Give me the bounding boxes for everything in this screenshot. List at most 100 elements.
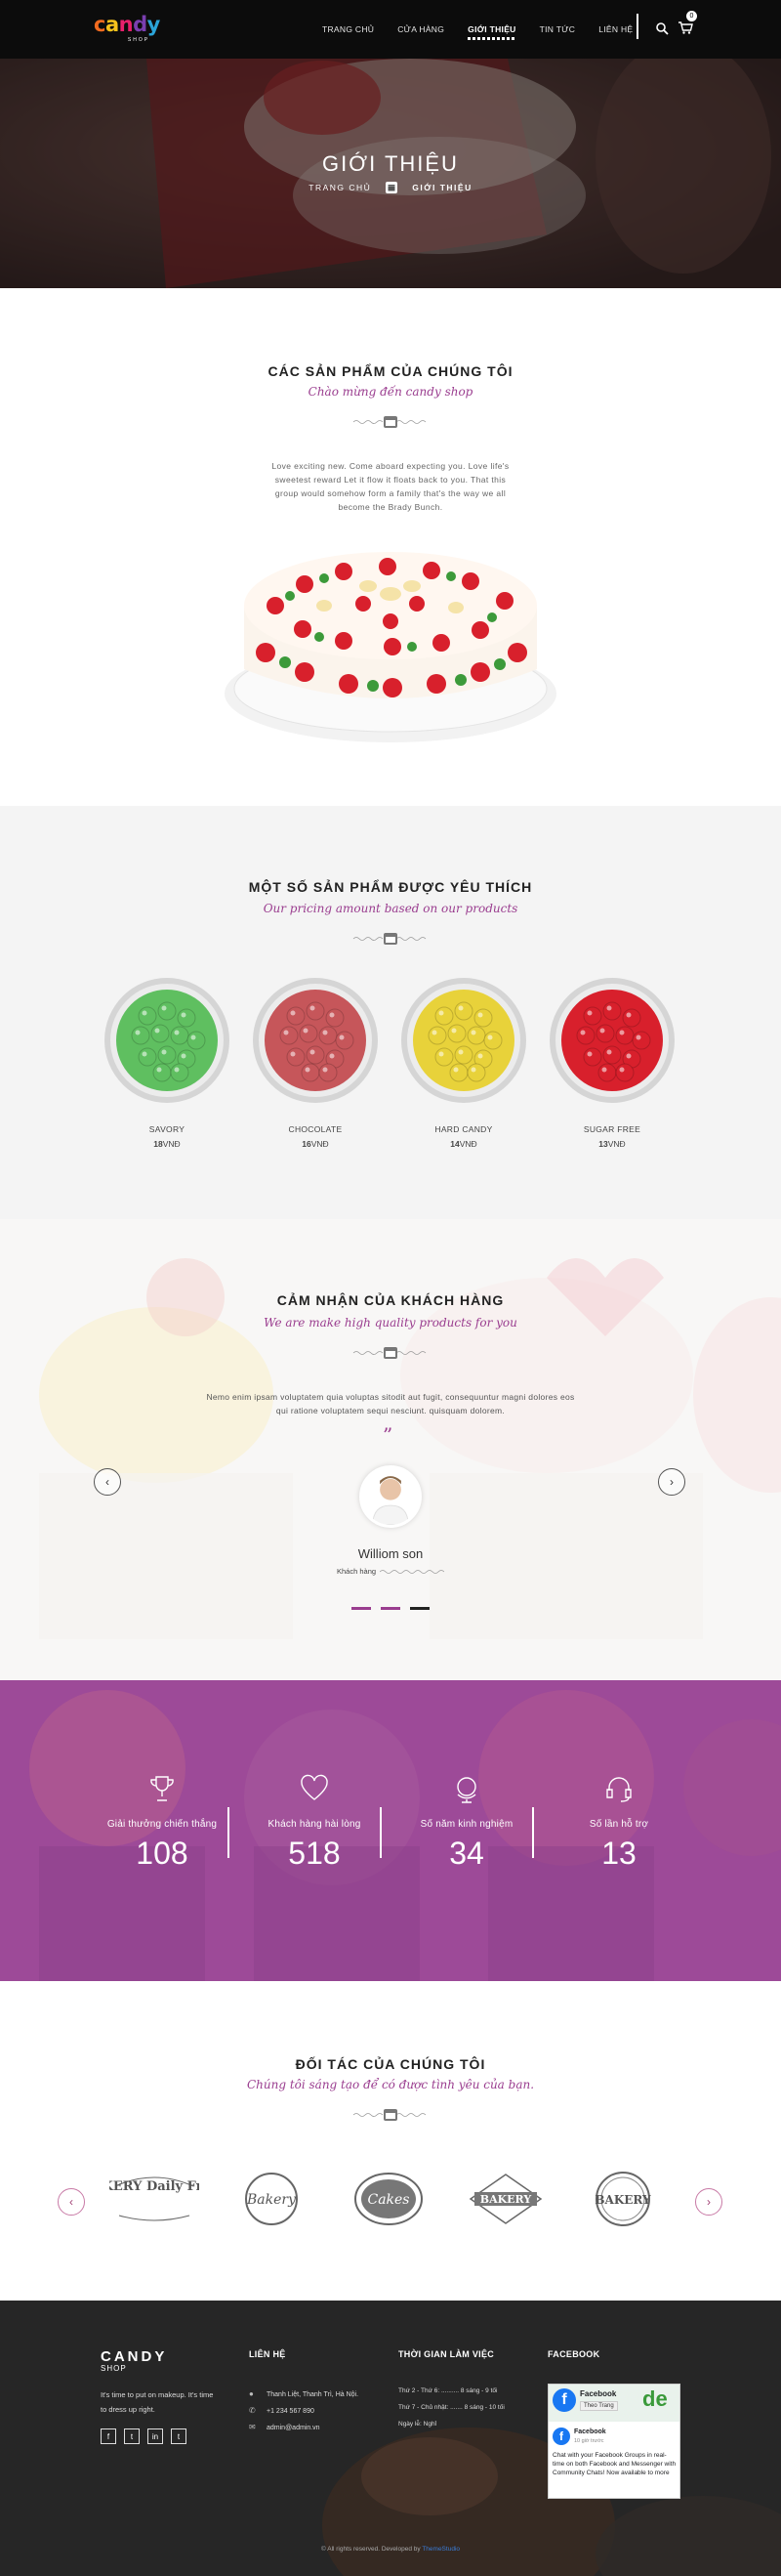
- cart-icon[interactable]: [678, 21, 693, 35]
- footer-hours-holiday: Ngày lễ: Nghỉ: [398, 2421, 437, 2428]
- linkedin-social-link[interactable]: in: [147, 2428, 163, 2444]
- product-card-sugar-free[interactable]: SUGAR FREE 13VNĐ: [549, 977, 676, 1149]
- stat-divider: [532, 1807, 534, 1858]
- product-name: SUGAR FREE: [583, 1124, 641, 1134]
- partner-logo[interactable]: Cakes: [344, 2169, 433, 2229]
- partners-next-button[interactable]: ›: [695, 2188, 722, 2216]
- footer-email[interactable]: ✉ admin@admin.vn: [249, 2424, 320, 2431]
- breadcrumb-home[interactable]: TRANG CHỦ: [308, 183, 371, 192]
- product-price: 16VNĐ: [302, 1139, 329, 1149]
- testimonial-section: [0, 1219, 781, 1680]
- quote-mark: ”: [383, 1423, 393, 1447]
- footer-address: ● Thanh Liệt, Thanh Trì, Hà Nội.: [249, 2389, 359, 2398]
- slider-dots: [351, 1607, 430, 1610]
- footer-hours-weekend: Thứ 7 - Chủ nhật: ....... 8 sáng - 10 tố…: [398, 2404, 505, 2411]
- section-subtitle-products: Chào mừng đến candy shop: [308, 385, 473, 399]
- facebook-page-name: Facebook: [580, 2389, 617, 2398]
- section-subtitle-testimonial: We are make high quality products for yo…: [264, 1316, 517, 1330]
- stat-support: Số lần hỗ trợ 13: [541, 1773, 697, 1872]
- slider-dot-active[interactable]: [410, 1607, 430, 1610]
- main-nav: TRANG CHỦ CỬA HÀNG GIỚI THIỆU TIN TỨC LI…: [322, 0, 656, 59]
- testimonial-next-button[interactable]: ›: [658, 1468, 685, 1496]
- header-divider: [637, 14, 638, 39]
- product-card-hard-candy[interactable]: HARD CANDY 14VNĐ: [400, 977, 527, 1149]
- stat-value: 13: [601, 1836, 637, 1871]
- tumblr-icon: t: [177, 2431, 181, 2441]
- search-icon[interactable]: [655, 21, 669, 35]
- partner-logo[interactable]: BAKERY Daily Fresh: [109, 2169, 199, 2229]
- stat-years: Số năm kinh nghiệm 34: [389, 1773, 545, 1872]
- copyright: © All rights reserved. Developed by Them…: [321, 2546, 460, 2553]
- stat-value: 108: [136, 1836, 188, 1871]
- nav-about[interactable]: GIỚI THIỆU: [468, 24, 517, 40]
- footer-contact-title: LIÊN HỆ: [249, 2349, 286, 2359]
- footer-brand: CANDY: [101, 2348, 168, 2365]
- slider-dot[interactable]: [381, 1607, 400, 1610]
- product-card-savory[interactable]: SAVORY 18VNĐ: [103, 977, 230, 1149]
- footer-phone: ✆ +1 234 567 890: [249, 2406, 314, 2415]
- nav-home[interactable]: TRANG CHỦ: [322, 24, 374, 34]
- facebook-icon: f: [106, 2431, 110, 2441]
- candy-bowl-image: [550, 978, 675, 1103]
- trophy-icon: [150, 1776, 174, 1801]
- chevron-left-icon: ‹: [105, 1475, 109, 1489]
- twitter-social-link[interactable]: t: [124, 2428, 140, 2444]
- location-icon: ●: [249, 2389, 254, 2398]
- heart-icon: [301, 1774, 328, 1800]
- stat-divider: [227, 1807, 229, 1858]
- partner-logo[interactable]: Bakery: [226, 2169, 316, 2229]
- stat-label: Giải thưởng chiến thắng: [106, 1819, 218, 1830]
- testimonial-prev-button[interactable]: ‹: [94, 1468, 121, 1496]
- nav-shop[interactable]: CỬA HÀNG: [397, 24, 444, 34]
- stat-customers: Khách hàng hài lòng 518: [236, 1773, 392, 1872]
- partners-prev-button[interactable]: ‹: [58, 2188, 85, 2216]
- svg-text:BAKERY Daily Fresh: BAKERY Daily Fresh: [109, 2179, 199, 2194]
- footer-about: It's time to put on makeup. It's time to…: [101, 2390, 214, 2414]
- facebook-post-time: 10 giờ trước: [574, 2438, 604, 2444]
- partner-logo[interactable]: BAKERY: [461, 2169, 551, 2229]
- partner-logo[interactable]: BAKERY: [578, 2169, 668, 2229]
- footer-brand-sub: SHOP: [101, 2364, 127, 2373]
- headset-icon: [606, 1777, 632, 1802]
- svg-text:Cakes: Cakes: [367, 2192, 409, 2208]
- product-card-chocolate[interactable]: CHOCOLATE 16VNĐ: [252, 977, 379, 1149]
- facebook-follow-button[interactable]: Theo Trang: [580, 2401, 618, 2411]
- facebook-widget[interactable]: de f Facebook Theo Trang f Facebook 10 g…: [548, 2384, 680, 2499]
- cake-divider-icon: [352, 1347, 427, 1359]
- stat-awards: Giải thưởng chiến thắng 108: [84, 1773, 240, 1872]
- chevron-right-icon: ›: [707, 2195, 711, 2209]
- candy-bowl-image: [104, 978, 229, 1103]
- product-price: 13VNĐ: [598, 1139, 626, 1149]
- slider-dot[interactable]: [351, 1607, 371, 1610]
- testimonial-text: Nemo enim ipsam voluptatem quia voluptas…: [206, 1392, 575, 1415]
- nav-contact[interactable]: LIÊN HỆ: [598, 24, 633, 34]
- logo-sub: SHOP: [127, 37, 150, 43]
- facebook-cover-text: de: [642, 2386, 668, 2411]
- section-title-favorites: MỘT SỐ SẢN PHẨM ĐƯỢC YÊU THÍCH: [248, 879, 533, 895]
- facebook-icon: f: [553, 2388, 576, 2412]
- stat-label: Số năm kinh nghiệm: [420, 1819, 514, 1830]
- logo[interactable]: candy SHOP: [94, 14, 170, 45]
- cake-divider-icon: [352, 2109, 427, 2121]
- product-name: CHOCOLATE: [288, 1124, 343, 1134]
- linkedin-icon: in: [151, 2431, 159, 2441]
- chevron-left-icon: ‹: [69, 2195, 73, 2209]
- site-header: candy SHOP TRANG CHỦ CỬA HÀNG GIỚI THIỆU…: [0, 0, 781, 59]
- breadcrumb: TRANG CHỦ GIỚI THIỆU: [0, 181, 781, 194]
- candy-bowl-image: [253, 978, 378, 1103]
- developer-link[interactable]: ThemeStudio: [422, 2546, 460, 2553]
- banner-title: GIỚI THIỆU: [322, 151, 459, 176]
- tumblr-social-link[interactable]: t: [171, 2428, 186, 2444]
- stat-value: 518: [288, 1836, 341, 1871]
- svg-text:BAKERY: BAKERY: [480, 2193, 532, 2206]
- svg-text:BAKERY: BAKERY: [595, 2193, 651, 2207]
- strawberry-cake-image: [225, 552, 556, 742]
- svg-text:Bakery: Bakery: [246, 2192, 297, 2208]
- page-banner: GIỚI THIỆU TRANG CHỦ GIỚI THIỆU: [0, 59, 781, 288]
- footer-hours-title: THỜI GIAN LÀM VIỆC: [398, 2349, 495, 2359]
- cake-divider-icon: [352, 416, 427, 428]
- facebook-social-link[interactable]: f: [101, 2428, 116, 2444]
- nav-news[interactable]: TIN TỨC: [540, 24, 576, 34]
- breadcrumb-current: GIỚI THIỆU: [412, 183, 473, 192]
- customer-avatar: [359, 1465, 422, 1528]
